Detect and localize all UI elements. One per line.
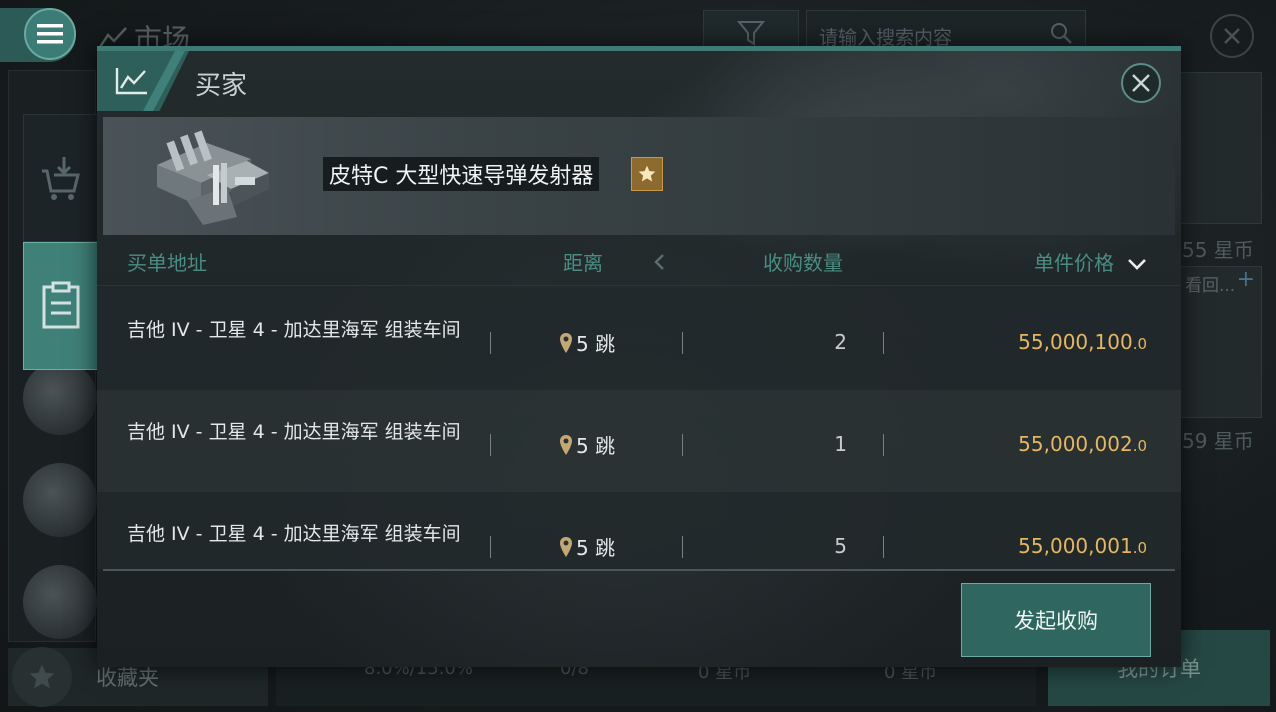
pin-icon (560, 332, 572, 353)
column-separator (490, 536, 491, 558)
price-decimal: .0 (1132, 335, 1147, 353)
item-name: 皮特C 大型快速导弹发射器 (329, 164, 594, 189)
initiate-purchase-label: 发起收购 (1014, 609, 1098, 633)
price-value: 55,000,001 (1018, 534, 1133, 558)
clipboard-icon (42, 281, 80, 329)
chevron-down-icon[interactable] (1127, 257, 1147, 271)
dialog-title: 买家 (195, 71, 248, 101)
order-location: 吉他 IV - 卫星 4 - 加达里海军 组装车间 (127, 421, 461, 443)
column-separator (682, 434, 683, 456)
market-close-button[interactable] (1210, 14, 1254, 58)
star-icon (12, 647, 72, 707)
distance-text: 5 跳 (576, 332, 616, 356)
pin-icon (560, 434, 572, 455)
order-price: 55,000,002.0 (1018, 432, 1147, 456)
cart-icon (42, 157, 80, 200)
column-separator (490, 434, 491, 456)
order-distance: 5 跳 (559, 328, 615, 357)
column-header-quantity[interactable]: 收购数量 (763, 247, 843, 276)
column-header-distance[interactable]: 距离 (563, 247, 603, 276)
dialog-close-button[interactable] (1121, 63, 1161, 103)
table-row[interactable]: 吉他 IV - 卫星 4 - 加达里海军 组装车间 5 跳 2 55,000,1… (97, 288, 1181, 390)
item-name-box: 皮特C 大型快速导弹发射器 (323, 157, 600, 191)
sell-tab[interactable] (23, 114, 99, 242)
market-card[interactable]: 看回... + (1180, 266, 1262, 418)
distance-text: 5 跳 (576, 434, 616, 458)
order-quantity: 1 (834, 432, 847, 456)
header-divider-line (97, 285, 1181, 286)
market-card-price: 55 星币 (1182, 238, 1254, 262)
filter-icon (736, 21, 766, 46)
table-row[interactable]: 吉他 IV - 卫星 4 - 加达里海军 组装车间 5 跳 5 55,000,0… (97, 492, 1181, 569)
price-decimal: .0 (1132, 539, 1147, 557)
chevron-left-icon[interactable] (653, 253, 665, 271)
buy-orders-tab[interactable] (23, 242, 99, 370)
dialog-header: 买家 (97, 51, 1181, 111)
price-value: 55,000,002 (1018, 432, 1133, 456)
close-icon (1224, 28, 1240, 44)
order-location: 吉他 IV - 卫星 4 - 加达里海军 组装车间 (127, 523, 461, 545)
order-location: 吉他 IV - 卫星 4 - 加达里海军 组装车间 (127, 319, 461, 341)
buyers-dialog: 买家 皮特C 大型快速导弹发射器 买单地址 距离 收购数量 单件价格 吉他 IV… (97, 46, 1181, 667)
column-separator (682, 536, 683, 558)
price-decimal: .0 (1132, 437, 1147, 455)
order-price: 55,000,001.0 (1018, 534, 1147, 558)
table-row[interactable]: 吉他 IV - 卫星 4 - 加达里海军 组装车间 5 跳 1 55,000,0… (97, 390, 1181, 492)
market-card[interactable] (1180, 72, 1262, 224)
menu-icon (37, 24, 63, 44)
item-thumbnail[interactable] (23, 565, 97, 639)
column-separator (682, 332, 683, 354)
order-distance: 5 跳 (559, 430, 615, 459)
distance-text: 5 跳 (576, 536, 616, 560)
item-thumbnail[interactable] (23, 361, 97, 435)
order-price: 55,000,100.0 (1018, 330, 1147, 354)
search-icon[interactable] (1049, 21, 1073, 45)
close-icon (1132, 74, 1150, 92)
chart-icon (115, 68, 147, 95)
order-quantity: 2 (834, 330, 847, 354)
menu-button[interactable] (24, 8, 76, 60)
item-banner: 皮特C 大型快速导弹发射器 (103, 117, 1175, 235)
initiate-purchase-button[interactable]: 发起收购 (961, 583, 1151, 657)
column-header-location[interactable]: 买单地址 (127, 247, 207, 276)
market-card-price: 59 星币 (1182, 429, 1254, 453)
order-distance: 5 跳 (559, 532, 615, 561)
pin-icon (560, 536, 572, 557)
column-separator (883, 536, 884, 558)
column-separator (883, 434, 884, 456)
missile-launcher-image (157, 130, 269, 225)
order-quantity: 5 (834, 534, 847, 558)
item-thumbnail[interactable] (23, 463, 97, 537)
add-icon[interactable]: + (1237, 267, 1255, 292)
column-separator (490, 332, 491, 354)
table-bottom-border (103, 569, 1175, 571)
price-value: 55,000,100 (1018, 330, 1133, 354)
column-header-price[interactable]: 单件价格 (1034, 247, 1114, 276)
column-separator (883, 332, 884, 354)
star-icon (631, 157, 663, 191)
market-card-text: 看回... (1185, 276, 1236, 296)
